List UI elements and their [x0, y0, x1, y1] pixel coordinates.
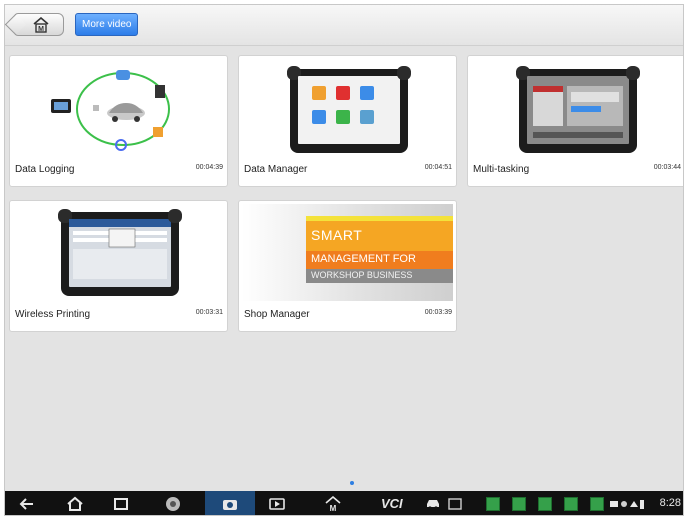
app-shortcut-icon[interactable]: [538, 497, 552, 511]
video-duration: 00:03:44: [653, 164, 681, 171]
banner-line-2: MANAGEMENT FOR: [311, 253, 416, 265]
video-duration: 00:03:39: [424, 309, 452, 316]
tab-more-video[interactable]: More video: [75, 13, 139, 36]
video-card-data-logging[interactable]: Data Logging 00:04:39: [9, 55, 228, 187]
video-thumbnail: [13, 59, 224, 156]
tablet-image: [516, 66, 640, 153]
video-thumbnail: [471, 59, 682, 156]
video-card-multi-tasking[interactable]: Multi-tasking 00:03:44: [467, 55, 683, 187]
app-window: M More video Data Logging 00:04:39 Data …: [4, 4, 684, 516]
back-icon[interactable]: [19, 496, 35, 512]
system-navbar: M VCI 8:28: [5, 491, 683, 515]
app-shortcut-icon[interactable]: [512, 497, 526, 511]
page-indicator: [350, 481, 354, 485]
banner-line-3: WORKSHOP BUSINESS: [311, 270, 413, 280]
app-shortcut-icon[interactable]: [564, 497, 578, 511]
status-icons: [610, 500, 644, 509]
clock: 8:28: [659, 497, 681, 509]
video-thumbnail: [242, 59, 453, 156]
video-title: Wireless Printing: [15, 309, 91, 320]
chrome-icon[interactable]: [165, 496, 181, 512]
notification-icon[interactable]: [447, 496, 463, 512]
data-logging-diagram: [51, 70, 170, 151]
video-duration: 00:03:31: [195, 309, 223, 316]
vci-icon[interactable]: VCI: [381, 496, 403, 511]
svg-text:M: M: [38, 26, 44, 33]
video-card-wireless-printing[interactable]: Wireless Printing 00:03:31: [9, 200, 228, 332]
app-shortcut-icon[interactable]: [486, 497, 500, 511]
top-toolbar: M More video: [5, 5, 683, 46]
video-thumbnail: [13, 204, 224, 301]
maxisys-home-icon[interactable]: M: [325, 496, 341, 512]
car-icon[interactable]: [425, 496, 441, 512]
video-duration: 00:04:51: [424, 164, 452, 171]
video-title: Data Manager: [244, 164, 308, 175]
video-thumbnail: SMART MANAGEMENT FOR WORKSHOP BUSINESS: [242, 204, 453, 301]
video-title: Multi-tasking: [473, 164, 530, 175]
video-duration: 00:04:39: [195, 164, 223, 171]
recent-apps-icon[interactable]: [113, 496, 129, 512]
home-button[interactable]: M: [14, 13, 64, 36]
tablet-image: [58, 209, 182, 296]
video-title: Data Logging: [15, 164, 75, 175]
video-card-shop-manager[interactable]: SMART MANAGEMENT FOR WORKSHOP BUSINESS S…: [238, 200, 457, 332]
app-shortcut-icon[interactable]: [590, 497, 604, 511]
svg-text:M: M: [330, 504, 337, 512]
camera-icon[interactable]: [222, 496, 238, 512]
home-icon[interactable]: [67, 496, 83, 512]
home-m-icon: M: [33, 17, 49, 33]
video-card-data-manager[interactable]: Data Manager 00:04:51: [238, 55, 457, 187]
tablet-image: [287, 66, 411, 153]
video-app-icon[interactable]: [269, 496, 285, 512]
banner-line-1: SMART: [311, 227, 363, 243]
video-title: Shop Manager: [244, 309, 310, 320]
